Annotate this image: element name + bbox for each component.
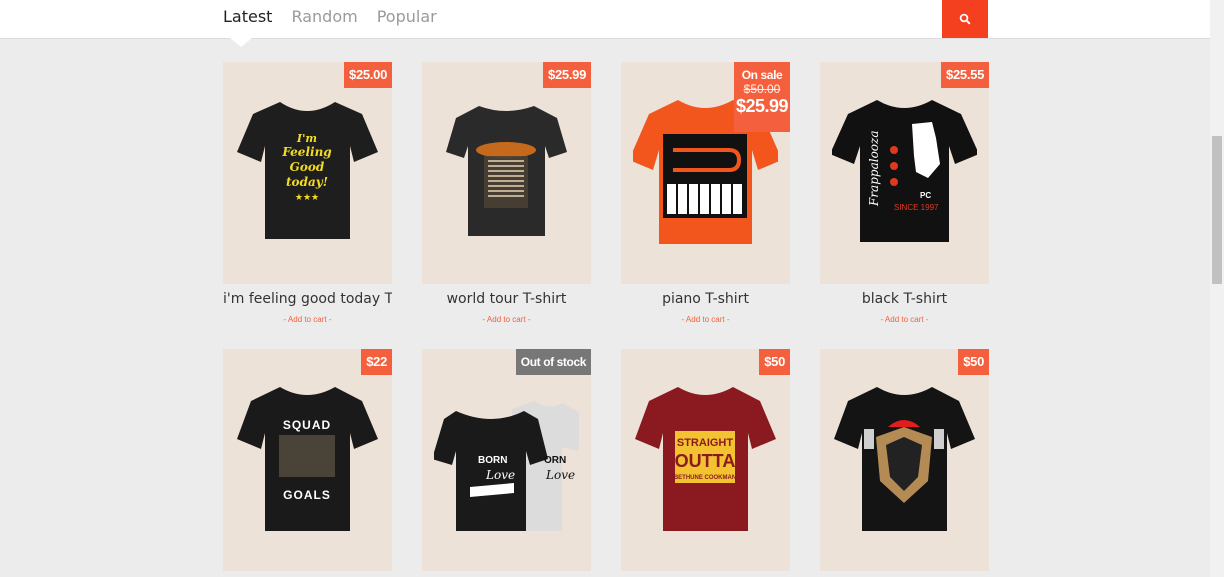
svg-text:Good: Good xyxy=(290,160,325,174)
svg-text:SINCE 1997: SINCE 1997 xyxy=(894,203,939,212)
product-image[interactable]: On sale $50.00 $25.99 xyxy=(621,62,790,284)
product-image[interactable]: SQUAD GOALS $22 xyxy=(223,349,392,571)
old-price: $50.00 xyxy=(743,82,781,96)
product-title[interactable]: black T-shirt xyxy=(820,291,989,307)
add-to-cart-link[interactable]: - Add to cart - xyxy=(820,315,989,324)
price-badge: $25.55 xyxy=(941,62,989,88)
tshirt-image: STRAIGHT OUTTA BETHUNE COOKMAN xyxy=(635,387,776,531)
price-badge: $25.00 xyxy=(344,62,392,88)
svg-text:PC: PC xyxy=(920,191,931,200)
svg-text:BETHUNE COOKMAN: BETHUNE COOKMAN xyxy=(674,475,736,481)
top-navigation-bar: Latest Random Popular xyxy=(0,0,1210,39)
svg-text:Love: Love xyxy=(545,468,575,482)
price-badge: $50 xyxy=(759,349,790,375)
product-image[interactable]: $25.99 xyxy=(422,62,591,284)
price-badge: $50 xyxy=(958,349,989,375)
product-title[interactable]: world tour T-shirt xyxy=(422,291,591,307)
scrollbar-track[interactable] xyxy=(1210,0,1224,577)
sale-label: On sale xyxy=(741,68,783,82)
tshirt-image: SQUAD GOALS xyxy=(237,387,378,531)
active-tab-pointer xyxy=(230,38,252,47)
svg-text:ORN: ORN xyxy=(544,455,566,466)
tshirt-image: Frappalooza SINCE 1997 PC xyxy=(832,100,977,242)
product-image[interactable]: I'm Feeling Good today! ★★★ $25.00 xyxy=(223,62,392,284)
product-image[interactable]: Frappalooza SINCE 1997 PC $25.55 xyxy=(820,62,989,284)
svg-text:today!: today! xyxy=(286,175,328,189)
product-image[interactable]: $50 xyxy=(820,349,989,571)
product-title[interactable]: piano T-shirt xyxy=(621,291,790,307)
add-to-cart-link[interactable]: - Add to cart - xyxy=(223,315,392,324)
svg-text:GOALS: GOALS xyxy=(283,488,331,502)
tshirt-image: BORN Love ORN Love xyxy=(434,401,579,531)
add-to-cart-link[interactable]: - Add to cart - xyxy=(621,315,790,324)
search-button[interactable] xyxy=(942,0,988,38)
svg-text:Feeling: Feeling xyxy=(281,145,331,159)
svg-text:★★★: ★★★ xyxy=(295,192,319,202)
svg-text:STRAIGHT: STRAIGHT xyxy=(677,437,734,449)
svg-text:OUTTA: OUTTA xyxy=(675,451,736,471)
search-icon xyxy=(959,13,971,25)
product-image[interactable]: BORN Love ORN Love Out of stock xyxy=(422,349,591,571)
svg-text:I'm: I'm xyxy=(296,132,317,145)
svg-text:Love: Love xyxy=(485,468,515,482)
product-title[interactable]: i'm feeling good today T- xyxy=(223,291,392,307)
tshirt-image: I'm Feeling Good today! ★★★ xyxy=(237,102,378,239)
out-of-stock-badge: Out of stock xyxy=(515,349,591,375)
sale-badge: On sale $50.00 $25.99 xyxy=(734,62,790,132)
tab-popular[interactable]: Popular xyxy=(377,0,437,38)
tab-random[interactable]: Random xyxy=(291,0,357,38)
tshirt-image xyxy=(834,387,975,531)
sale-price: $25.99 xyxy=(735,96,789,116)
sort-tabs: Latest Random Popular xyxy=(223,0,456,38)
tshirt-image xyxy=(446,106,567,236)
scrollbar-thumb[interactable] xyxy=(1212,136,1222,284)
product-image[interactable]: STRAIGHT OUTTA BETHUNE COOKMAN $50 xyxy=(621,349,790,571)
svg-text:SQUAD: SQUAD xyxy=(283,418,331,432)
price-badge: $22 xyxy=(361,349,392,375)
svg-text:Frappalooza: Frappalooza xyxy=(867,131,881,208)
tab-latest[interactable]: Latest xyxy=(223,0,272,38)
add-to-cart-link[interactable]: - Add to cart - xyxy=(422,315,591,324)
svg-text:BORN: BORN xyxy=(478,455,507,466)
price-badge: $25.99 xyxy=(543,62,591,88)
